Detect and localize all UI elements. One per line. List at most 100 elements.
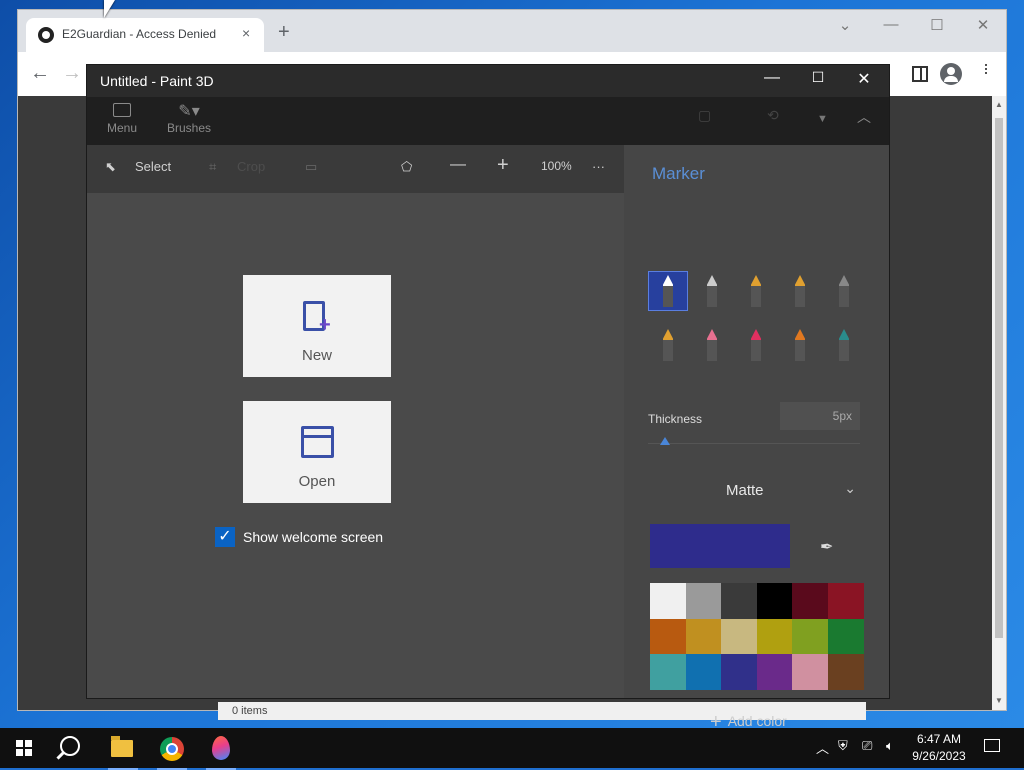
kebab-menu-icon[interactable]: ··· <box>976 62 997 74</box>
open-button[interactable]: Open <box>243 401 391 503</box>
menu-button[interactable]: Menu <box>92 101 152 135</box>
minimize-icon[interactable]: — <box>876 16 906 33</box>
page-scrollbar[interactable]: ▲ ▼ <box>992 96 1006 710</box>
maximize-icon[interactable]: ☐ <box>922 16 952 34</box>
show-welcome-checkbox[interactable]: ✓ <box>215 527 235 547</box>
brush-side-panel: Marker Thickness 5px Matte ⌄ ✒ + Add colo… <box>624 145 889 733</box>
fill-icon <box>839 329 849 361</box>
more-dropdown-icon[interactable]: ▼ <box>817 113 828 125</box>
undo-icon[interactable]: ⟲ <box>767 107 779 124</box>
color-swatch[interactable] <box>685 654 722 690</box>
color-swatch[interactable] <box>756 583 793 619</box>
new-label: New <box>301 347 332 364</box>
zoom-in-icon[interactable]: + <box>497 154 509 177</box>
tab-strip: E2Guardian - Access Denied × + ⌄ — ☐ ✕ <box>18 10 1006 52</box>
current-color-swatch[interactable] <box>650 524 790 568</box>
paint3d-window: Untitled - Paint 3D — ☐ ✕ Menu ✎▾ Brushe… <box>87 65 889 733</box>
new-tab-button[interactable]: + <box>278 22 290 42</box>
spray-can-icon <box>795 329 805 361</box>
color-swatch[interactable] <box>827 618 864 655</box>
profile-icon[interactable] <box>940 63 962 85</box>
side-panel-icon[interactable] <box>912 66 928 82</box>
color-swatch[interactable] <box>650 618 686 655</box>
tab-close-icon[interactable]: × <box>242 25 250 41</box>
volume-muted-icon[interactable]: 🔈︎ <box>886 738 894 754</box>
ribbon: Menu ✎▾ Brushes ▢ ⟲ ▼ ︿ <box>87 97 889 145</box>
brush-pencil[interactable] <box>648 325 688 365</box>
file-explorer-icon[interactable] <box>108 734 138 770</box>
3d-view-icon[interactable]: ⬠ <box>401 159 412 175</box>
color-swatch[interactable] <box>650 654 686 690</box>
thickness-slider[interactable] <box>648 443 860 444</box>
color-swatch[interactable] <box>650 583 686 619</box>
color-swatch[interactable] <box>721 654 757 690</box>
windows-start-icon[interactable] <box>16 740 32 756</box>
canvas-area[interactable]: + New Open ✓ Show welcome screen <box>87 193 624 698</box>
canvas-toolbar: ⬉ Select ⌗ Crop ▭ ⬠ — + 100% ··· <box>87 145 624 193</box>
zoom-level[interactable]: 100% <box>541 159 572 173</box>
close-icon[interactable]: ✕ <box>841 69 887 89</box>
color-swatch[interactable] <box>792 583 828 619</box>
close-icon[interactable]: ✕ <box>968 16 998 34</box>
color-swatch[interactable] <box>685 618 722 655</box>
minimize-icon[interactable]: — <box>749 69 795 87</box>
brush-watercolor[interactable] <box>780 271 820 311</box>
tab-search-icon[interactable]: ⌄ <box>830 16 860 34</box>
brush-oil-brush[interactable] <box>736 271 776 311</box>
search-icon[interactable] <box>60 736 80 756</box>
maximize-icon[interactable]: ☐ <box>795 69 841 86</box>
notification-icon[interactable] <box>984 739 1000 752</box>
brush-calligraphy-pen[interactable] <box>692 271 732 311</box>
brushes-button[interactable]: ✎▾ Brushes <box>159 101 219 135</box>
brush-eraser[interactable] <box>692 325 732 365</box>
network-icon[interactable]: ⎚ <box>862 738 872 754</box>
new-button[interactable]: + New <box>243 275 391 377</box>
browser-tab[interactable]: E2Guardian - Access Denied × <box>26 18 264 52</box>
github-icon <box>38 27 54 43</box>
color-swatch[interactable] <box>685 583 722 619</box>
show-welcome-label: Show welcome screen <box>243 529 384 545</box>
crop-icon: ⌗ <box>209 159 217 174</box>
show-hidden-icons-icon[interactable]: ︿ <box>816 738 829 757</box>
clock[interactable]: 6:47 AM 9/26/2023 <box>906 731 972 765</box>
security-icon[interactable]: ⛨ <box>838 738 848 754</box>
scroll-down-icon[interactable]: ▼ <box>995 696 1003 705</box>
pencil-icon <box>663 329 673 361</box>
brush-crayon[interactable] <box>736 325 776 365</box>
collapse-ribbon-icon[interactable]: ︿ <box>857 107 871 127</box>
color-swatch[interactable] <box>792 618 828 655</box>
color-swatch[interactable] <box>792 654 828 690</box>
zoom-out-icon[interactable]: — <box>450 156 466 174</box>
color-swatch[interactable] <box>827 583 864 619</box>
chevron-down-icon: ⌄ <box>844 480 856 496</box>
window-title: Untitled - Paint 3D <box>100 73 214 89</box>
brush-pixel-pen[interactable] <box>824 271 864 311</box>
folder-icon <box>301 426 334 458</box>
scroll-thumb[interactable] <box>995 118 1003 638</box>
color-palette <box>650 583 864 690</box>
paint-3d-icon[interactable] <box>206 734 236 770</box>
menu-label: Menu <box>106 121 138 135</box>
color-swatch[interactable] <box>721 583 757 619</box>
more-options-icon[interactable]: ··· <box>592 159 605 174</box>
crop-button: Crop <box>237 159 266 174</box>
thickness-input[interactable]: 5px <box>780 402 860 430</box>
color-swatch[interactable] <box>827 654 864 690</box>
scroll-up-icon[interactable]: ▲ <box>995 100 1003 109</box>
paste-icon[interactable]: ▢ <box>698 107 711 124</box>
brush-spray-can[interactable] <box>780 325 820 365</box>
color-swatch[interactable] <box>756 654 793 690</box>
select-button[interactable]: Select <box>135 159 171 174</box>
select-icon[interactable]: ⬉ <box>105 159 116 175</box>
slider-thumb[interactable] <box>659 437 670 445</box>
chrome-icon[interactable] <box>157 734 187 770</box>
color-swatch[interactable] <box>721 618 757 655</box>
add-color-label: Add color <box>727 713 787 729</box>
forward-icon[interactable]: → <box>62 62 82 85</box>
finish-dropdown[interactable]: Matte ⌄ <box>650 474 862 508</box>
brush-marker[interactable] <box>648 271 688 311</box>
brush-fill[interactable] <box>824 325 864 365</box>
eyedropper-icon[interactable]: ✒ <box>820 537 833 557</box>
color-swatch[interactable] <box>756 618 793 655</box>
back-icon[interactable]: ← <box>30 62 50 85</box>
